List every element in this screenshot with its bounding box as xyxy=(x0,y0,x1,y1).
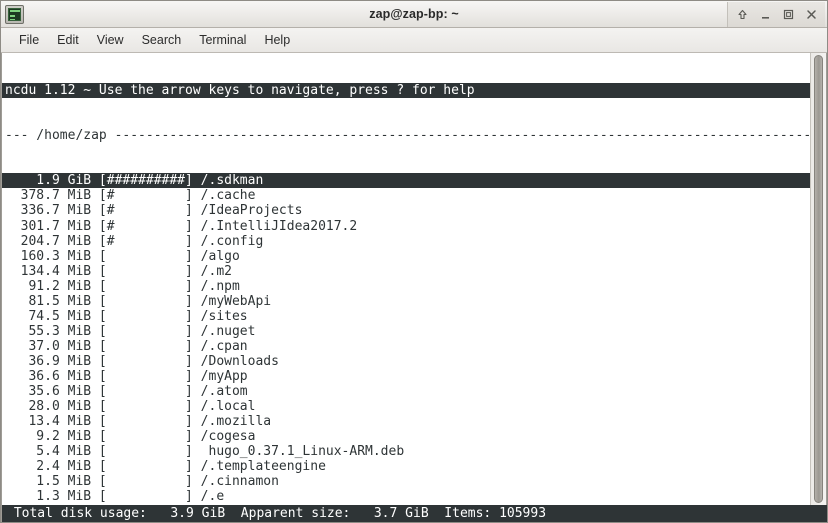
ncdu-entry-row[interactable]: 35.6 MiB [ ] /.atom xyxy=(2,384,810,399)
terminal-window: zap@zap-bp: ~ File Edit View Search Term… xyxy=(0,0,828,523)
terminal-icon xyxy=(5,4,24,24)
ncdu-entry-row[interactable]: 36.6 MiB [ ] /myApp xyxy=(2,369,810,384)
menu-item-edit[interactable]: Edit xyxy=(48,31,88,49)
menu-bar: File Edit View Search Terminal Help xyxy=(1,28,827,53)
menu-item-file[interactable]: File xyxy=(10,31,48,49)
ncdu-header: ncdu 1.12 ~ Use the arrow keys to naviga… xyxy=(2,83,810,99)
ncdu-entry-row[interactable]: 91.2 MiB [ ] /.npm xyxy=(2,279,810,294)
menu-item-view[interactable]: View xyxy=(88,31,133,49)
ncdu-entry-row[interactable]: 74.5 MiB [ ] /sites xyxy=(2,309,810,324)
ncdu-entry-row[interactable]: 1.5 MiB [ ] /.cinnamon xyxy=(2,474,810,489)
minimize-button[interactable] xyxy=(754,4,776,25)
ncdu-entry-row[interactable]: 5.4 MiB [ ] hugo_0.37.1_Linux-ARM.deb xyxy=(2,444,810,459)
ncdu-entry-row[interactable]: 37.0 MiB [ ] /.cpan xyxy=(2,339,810,354)
shade-button[interactable] xyxy=(731,4,753,25)
ncdu-path-line: --- /home/zap --------------------------… xyxy=(5,128,810,144)
ncdu-entry-row[interactable]: 2.4 MiB [ ] /.templateengine xyxy=(2,459,810,474)
ncdu-screen[interactable]: ncdu 1.12 ~ Use the arrow keys to naviga… xyxy=(2,53,810,505)
menu-item-help[interactable]: Help xyxy=(255,31,299,49)
maximize-button[interactable] xyxy=(777,4,799,25)
ncdu-entry-row[interactable]: 1.1 MiB [ ] /.thumbnails xyxy=(2,504,810,505)
window-controls xyxy=(727,1,825,27)
ncdu-entry-row[interactable]: 160.3 MiB [ ] /algo xyxy=(2,249,810,264)
ncdu-entry-row[interactable]: 134.4 MiB [ ] /.m2 xyxy=(2,264,810,279)
ncdu-entry-row[interactable]: 13.4 MiB [ ] /.mozilla xyxy=(2,414,810,429)
title-bar[interactable]: zap@zap-bp: ~ xyxy=(1,1,827,28)
ncdu-entry-row[interactable]: 28.0 MiB [ ] /.local xyxy=(2,399,810,414)
menu-item-terminal[interactable]: Terminal xyxy=(190,31,255,49)
ncdu-entry-row[interactable]: 204.7 MiB [# ] /.config xyxy=(2,234,810,249)
ncdu-entry-row[interactable]: 1.3 MiB [ ] /.e xyxy=(2,489,810,504)
close-button[interactable] xyxy=(800,4,822,25)
ncdu-entry-row[interactable]: 55.3 MiB [ ] /.nuget xyxy=(2,324,810,339)
ncdu-entry-row[interactable]: 81.5 MiB [ ] /myWebApi xyxy=(2,294,810,309)
ncdu-entry-row[interactable]: 301.7 MiB [# ] /.IntelliJIdea2017.2 xyxy=(2,219,810,234)
terminal-body: ncdu 1.12 ~ Use the arrow keys to naviga… xyxy=(1,53,827,505)
menu-item-search[interactable]: Search xyxy=(133,31,191,49)
ncdu-status-bar: Total disk usage: 3.9 GiB Apparent size:… xyxy=(1,505,827,522)
ncdu-entry-row[interactable]: 336.7 MiB [# ] /IdeaProjects xyxy=(2,203,810,218)
ncdu-entry-row[interactable]: 1.9 GiB [##########] /.sdkman xyxy=(2,173,810,189)
ncdu-entry-row[interactable]: 9.2 MiB [ ] /cogesa xyxy=(2,429,810,444)
scrollbar-thumb[interactable] xyxy=(814,55,823,503)
ncdu-entry-row[interactable]: 36.9 MiB [ ] /Downloads xyxy=(2,354,810,369)
window-title: zap@zap-bp: ~ xyxy=(369,7,459,21)
ncdu-entry-list[interactable]: 1.9 GiB [##########] /.sdkman 378.7 MiB … xyxy=(2,173,810,505)
terminal-scrollbar[interactable] xyxy=(810,53,827,505)
ncdu-entry-row[interactable]: 378.7 MiB [# ] /.cache xyxy=(2,188,810,203)
